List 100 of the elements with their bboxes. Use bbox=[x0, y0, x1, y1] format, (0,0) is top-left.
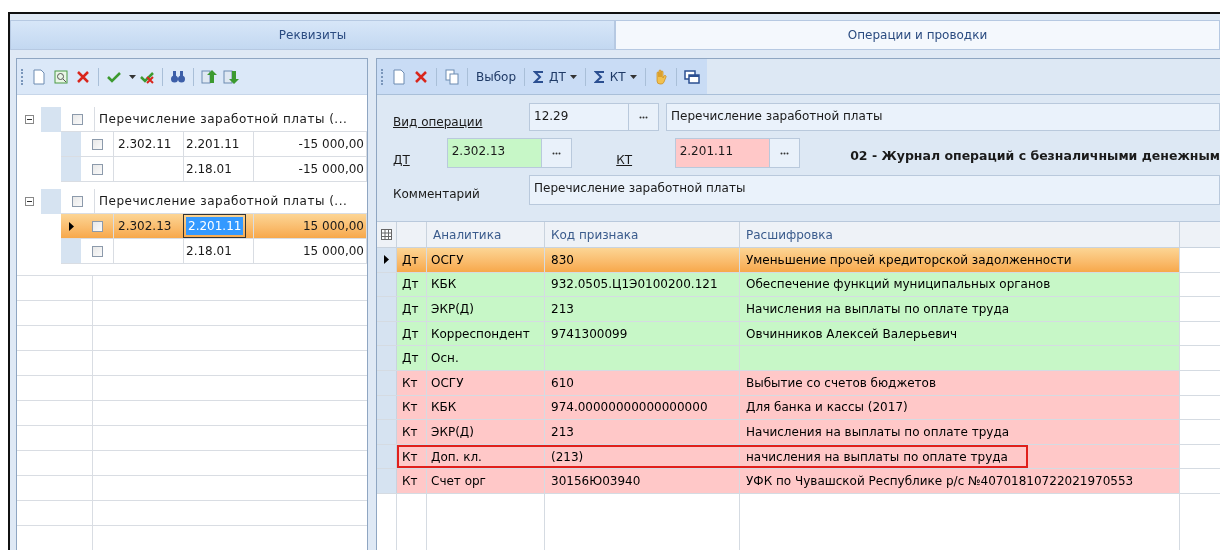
debit-account-field[interactable]: 2.302.13 bbox=[446, 138, 573, 168]
move-up-icon[interactable] bbox=[201, 68, 217, 85]
tree-cell: 2.302.11 bbox=[114, 132, 184, 156]
row-indicator bbox=[61, 239, 81, 263]
tree-cell: 15 000,00 bbox=[254, 214, 367, 238]
checkbox[interactable] bbox=[72, 113, 83, 125]
copy-icon[interactable] bbox=[444, 68, 460, 85]
code-cell-text: 932.0505.Ц1Э0100200.121 bbox=[551, 276, 718, 294]
grid-row[interactable]: Дт ЭКР(Д) 213 Начисления на выплаты по оплате труда bbox=[397, 297, 1180, 321]
row-indicator bbox=[41, 107, 61, 132]
tab[interactable]: Операции и проводки bbox=[615, 20, 1220, 50]
comment-field[interactable]: Перечисление заработной платы bbox=[529, 175, 1220, 205]
side-cell-text: Дт bbox=[402, 251, 419, 269]
tab[interactable]: Реквизиты bbox=[10, 20, 615, 50]
tree-row[interactable]: 2.18.01 -15 000,00 bbox=[61, 157, 367, 182]
new-document-icon[interactable] bbox=[31, 68, 47, 85]
code-cell-text: (213) bbox=[551, 448, 584, 466]
grid-row[interactable]: Кт Счет орг 30156Ю03940 УФК по Чувашской Республике р/с №40701810722021970553 bbox=[397, 469, 1180, 493]
side-cell-text: Дт bbox=[402, 276, 419, 294]
tree-cell: 2.18.01 bbox=[184, 239, 254, 263]
row-indicator bbox=[41, 189, 61, 214]
tree-row[interactable]: 2.302.11 2.201.11 -15 000,00 bbox=[61, 132, 367, 157]
delete-icon[interactable] bbox=[413, 68, 429, 85]
grid-row[interactable]: Дт ОСГУ 830 Уменьшение прочей кредиторской задолженности bbox=[397, 248, 1180, 272]
sigma-icon bbox=[533, 69, 546, 84]
delete-icon[interactable] bbox=[75, 68, 91, 85]
row-indicator bbox=[61, 157, 81, 181]
code-cell-text: 213 bbox=[551, 301, 574, 318]
browse-button[interactable] bbox=[541, 139, 572, 167]
grid-row[interactable]: Кт Доп. кл. (213) начисления на выплаты по оплате труда bbox=[397, 444, 1180, 469]
ellipsis-icon bbox=[552, 151, 562, 155]
operation-type-link[interactable]: Вид операции bbox=[393, 113, 529, 131]
analytics-cell-text: Доп. кл. bbox=[431, 448, 482, 466]
tree-row[interactable]: 2.18.01 15 000,00 bbox=[61, 239, 367, 264]
column-header[interactable]: Расшифровка bbox=[740, 222, 1180, 247]
decoding-cell-text: УФК по Чувашской Республике р/с №40701810722021970553 bbox=[746, 473, 1134, 491]
choose-button[interactable]: Выбор bbox=[472, 67, 521, 86]
code-cell-text: 974.00000000000000000 bbox=[551, 399, 708, 417]
analytics-cell-text: ОСГУ bbox=[431, 251, 464, 269]
code-cell-text: 30156Ю03940 bbox=[551, 473, 641, 491]
analytics-cell-text: ЭКР(Д) bbox=[431, 423, 474, 441]
row-indicator bbox=[61, 132, 81, 156]
column-header[interactable]: Код признака bbox=[545, 222, 740, 247]
grid-row[interactable]: Кт ОСГУ 610 Выбытие со счетов бюджетов bbox=[397, 370, 1180, 395]
debit-account-link[interactable]: ДТ bbox=[393, 151, 447, 169]
tree-cell: 2.18.01 bbox=[184, 157, 254, 181]
analytics-cell-text: Корреспондент bbox=[431, 325, 530, 343]
collapse-icon[interactable] bbox=[24, 197, 34, 206]
side-cell-text: Дт bbox=[402, 301, 419, 318]
code-cell-text: 610 bbox=[551, 374, 574, 392]
code-cell-text: 830 bbox=[551, 251, 574, 269]
ellipsis-icon bbox=[780, 151, 790, 155]
operation-name-field[interactable]: Перечисление заработной платы bbox=[666, 103, 1220, 131]
sigma-icon bbox=[593, 69, 606, 84]
side-cell-text: Кт bbox=[402, 423, 418, 441]
row-pointer-icon bbox=[68, 221, 74, 231]
side-cell-text: Кт bbox=[402, 374, 418, 392]
browse-button[interactable] bbox=[769, 139, 800, 167]
checkbox[interactable] bbox=[72, 195, 83, 207]
credit-sum-button[interactable]: КТ bbox=[589, 67, 641, 86]
tree-row[interactable]: 2.302.13 2.201.11 15 000,00 bbox=[61, 214, 367, 239]
collapse-icon[interactable] bbox=[24, 115, 34, 124]
credit-account-link[interactable]: КТ bbox=[572, 151, 675, 169]
grid-row[interactable]: Дт Осн. bbox=[397, 346, 1180, 370]
grid-row[interactable]: Дт Корреспондент 9741300099 Овчинников Алексей Валерьевич bbox=[397, 321, 1180, 346]
tree-cell: 2.201.11 bbox=[184, 214, 254, 238]
credit-account-field[interactable]: 2.201.11 bbox=[674, 138, 801, 168]
tree-cell: -15 000,00 bbox=[254, 157, 367, 181]
tree-cell: 2.201.11 bbox=[184, 132, 254, 156]
checkbox[interactable] bbox=[91, 163, 103, 175]
grid-row[interactable]: Кт КБК 974.00000000000000000 Для банка и кассы (2017) bbox=[397, 395, 1180, 420]
checkbox[interactable] bbox=[91, 138, 103, 150]
grid-menu-icon[interactable] bbox=[381, 229, 392, 240]
analytics-cell-text: Счет орг bbox=[431, 473, 486, 491]
group-title: Перечисление заработной платы (... bbox=[94, 107, 367, 132]
decoding-cell-text: Обеспечение функций муниципальных органов bbox=[746, 276, 1051, 294]
windows-icon[interactable] bbox=[683, 68, 700, 85]
new-document-icon[interactable] bbox=[391, 68, 407, 85]
move-down-icon[interactable] bbox=[223, 68, 239, 85]
caret-icon bbox=[129, 74, 136, 79]
decoding-cell-text: Овчинников Алексей Валерьевич bbox=[746, 325, 958, 343]
side-cell-text: Дт bbox=[402, 325, 419, 343]
code-cell-text: 9741300099 bbox=[551, 325, 628, 343]
operation-code-field[interactable]: 12.29 bbox=[529, 103, 659, 131]
grid-row[interactable]: Дт КБК 932.0505.Ц1Э0100200.121 Обеспечение функций муниципальных органов bbox=[397, 272, 1180, 297]
analytics-cell-text: Осн. bbox=[431, 350, 459, 368]
side-cell-text: Дт bbox=[402, 350, 419, 368]
decoding-cell-text: Начисления на выплаты по оплате труда bbox=[746, 423, 1010, 441]
checkbox[interactable] bbox=[91, 220, 103, 232]
decoding-cell-text: Для банка и кассы (2017) bbox=[746, 399, 908, 417]
analytics-cell-text: ЭКР(Д) bbox=[431, 301, 474, 318]
journal-title: 02 - Журнал операций с безналичными денежным bbox=[850, 146, 1220, 165]
grid-row[interactable]: Кт ЭКР(Д) 213 Начисления на выплаты по оплате труда bbox=[397, 420, 1180, 444]
column-header[interactable]: Аналитика bbox=[427, 222, 545, 247]
binoculars-icon[interactable] bbox=[170, 68, 186, 85]
debit-sum-button[interactable]: ДТ bbox=[529, 67, 581, 86]
comment-label: Комментарий bbox=[393, 186, 481, 203]
tree-cell: -15 000,00 bbox=[254, 132, 367, 156]
preview-icon[interactable] bbox=[53, 68, 69, 85]
checkbox[interactable] bbox=[91, 245, 103, 257]
